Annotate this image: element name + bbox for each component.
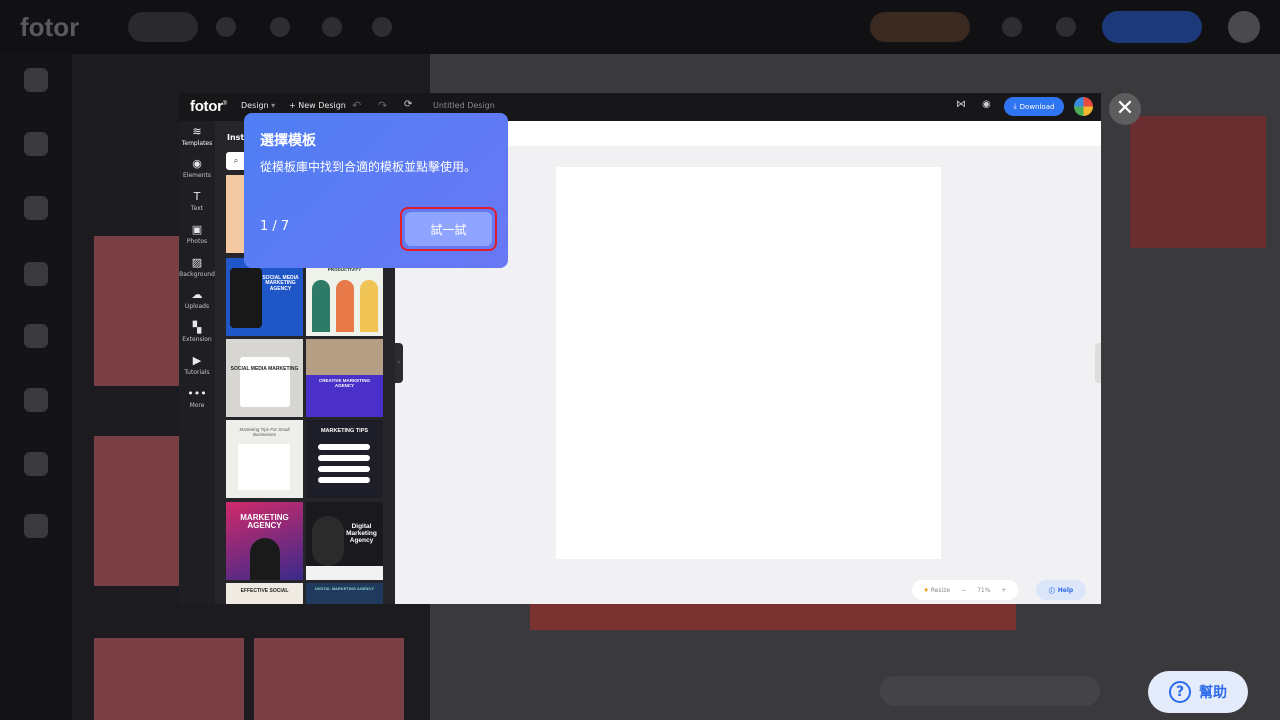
photo-icon: ▣	[191, 223, 203, 236]
background-rail-icon	[24, 514, 48, 538]
background-thumb	[1130, 116, 1266, 248]
avatar[interactable]	[1074, 97, 1093, 116]
template-card[interactable]: Marketing Tips For Small Businesses	[226, 420, 303, 498]
background-rail-icon	[24, 132, 48, 156]
zoom-in-button[interactable]: +	[1001, 587, 1006, 594]
template-card[interactable]: DIGITAL MARKETING AGENCY	[306, 583, 383, 604]
try-it-button[interactable]: 試一試	[405, 212, 492, 246]
rail-item-label: More	[189, 402, 205, 409]
background-rail-icon	[24, 68, 48, 92]
rail-item-text[interactable]: T Text	[179, 190, 215, 213]
search-icon[interactable]: ⌕	[226, 152, 246, 170]
tooltip-body: 從模板庫中找到合適的模板並點擊使用。	[260, 160, 477, 174]
document-title[interactable]: Untitled Design	[433, 101, 495, 110]
rail-item-elements[interactable]: ◉ Elements	[179, 157, 215, 180]
collapse-panel-handle[interactable]: ‹	[395, 343, 403, 383]
template-card[interactable]: EFFECTIVE SOCIAL	[226, 583, 303, 604]
help-button[interactable]: ? 幫助	[1148, 671, 1248, 713]
template-card[interactable]: MARKETING AGENCY	[226, 502, 303, 580]
template-card[interactable]: SOCIAL MEDIA MARKETING	[226, 339, 303, 417]
background-icon: ▨	[191, 256, 203, 269]
rail-item-extension[interactable]: ▚ Extension	[179, 321, 215, 344]
template-card[interactable]: 3 STEPS TO INCREASE YOUR PRODUCTIVITY	[306, 258, 383, 336]
template-card[interactable]: Digital Marketing Agency	[306, 502, 383, 580]
tutorial-icon: ▶	[192, 354, 202, 367]
template-card[interactable]: CREATIVE MARKETING AGENCY	[306, 339, 383, 417]
rail-item-label: Extension	[182, 336, 212, 343]
background-icon	[1056, 17, 1076, 37]
background-rail	[0, 54, 72, 720]
background-download-pill	[1102, 11, 1202, 43]
background-menu-pill	[128, 12, 198, 42]
rail-item-templates[interactable]: ≋ Templates	[179, 125, 215, 148]
background-logo: fotor	[20, 12, 80, 42]
rail-item-label: Templates	[181, 140, 213, 147]
tooltip-title: 選擇模板	[260, 133, 316, 149]
background-pro-pill	[870, 12, 970, 42]
background-rail-icon	[24, 388, 48, 412]
template-card[interactable]: SOCIAL MEDIA MARKETING AGENCY	[226, 258, 303, 336]
extension-icon: ▚	[192, 321, 202, 334]
close-icon: ✕	[1115, 96, 1135, 121]
download-icon: ⤓	[1013, 102, 1017, 110]
rail-item-label: Background	[179, 271, 215, 278]
background-icon	[372, 17, 392, 37]
rail-item-label: Photos	[186, 238, 208, 245]
design-canvas[interactable]	[556, 167, 941, 559]
help-icon: ⓘ	[1048, 587, 1055, 595]
more-icon: •••	[187, 387, 207, 400]
background-icon	[1002, 17, 1022, 37]
rail-item-more[interactable]: ••• More	[179, 387, 215, 410]
editor-rail: ≋ Templates ◉ Elements T Text ▣ Photos ▨ Backgrou…	[179, 121, 215, 604]
background-avatar	[1228, 11, 1260, 43]
rail-item-tutorials[interactable]: ▶ Tutorials	[179, 354, 215, 377]
background-thumb	[254, 638, 404, 720]
onboarding-tooltip: 選擇模板 從模板庫中找到合適的模板並點擊使用。 1 / 7 試一試	[244, 113, 508, 268]
background-rail-icon	[24, 196, 48, 220]
rail-item-label: Text	[190, 205, 204, 212]
background-icon	[322, 17, 342, 37]
zoom-bar: ♦ Resize − 71% +	[912, 580, 1018, 600]
zoom-out-button[interactable]: −	[961, 587, 966, 594]
share-icon[interactable]: ⋈	[956, 99, 966, 110]
preview-icon[interactable]: ◉	[982, 99, 991, 110]
close-button[interactable]: ✕	[1109, 93, 1141, 125]
text-icon: T	[193, 190, 201, 203]
background-topbar: fotor	[0, 0, 1280, 54]
help-label: 幫助	[1199, 685, 1227, 701]
rail-item-label: Uploads	[184, 303, 210, 310]
background-icon	[216, 17, 236, 37]
editor-logo[interactable]: fotor®	[190, 98, 227, 115]
background-right-panel	[1130, 54, 1280, 720]
rail-item-label: Elements	[183, 172, 211, 179]
background-rail-icon	[24, 262, 48, 286]
right-panel-handle[interactable]	[1095, 343, 1101, 383]
background-thumb	[94, 638, 244, 720]
upload-icon: ☁	[191, 288, 203, 301]
tooltip-step-counter: 1 / 7	[260, 219, 290, 234]
elements-icon: ◉	[192, 157, 202, 170]
rail-item-label: Tutorials	[184, 369, 210, 376]
template-card[interactable]: MARKETING TIPS	[306, 420, 383, 498]
new-design-button[interactable]: + New Design	[289, 101, 346, 110]
background-zoom-bar	[880, 676, 1100, 706]
design-menu[interactable]: Design ▾	[241, 101, 275, 110]
layers-icon: ≋	[192, 125, 202, 138]
zoom-value: 71%	[977, 586, 991, 594]
background-icon	[270, 17, 290, 37]
download-button[interactable]: ⤓ Download	[1004, 97, 1064, 116]
question-icon: ?	[1169, 681, 1191, 703]
background-rail-icon	[24, 452, 48, 476]
rail-item-uploads[interactable]: ☁ Uploads	[179, 288, 215, 311]
rail-item-photos[interactable]: ▣ Photos	[179, 223, 215, 246]
background-rail-icon	[24, 324, 48, 348]
resize-button[interactable]: ♦ Resize	[924, 587, 951, 594]
sync-icon[interactable]: ⟳	[404, 99, 412, 110]
editor-help-button[interactable]: ⓘ Help	[1036, 580, 1086, 600]
rail-item-background[interactable]: ▨ Background	[179, 256, 215, 279]
undo-icon[interactable]: ↶	[352, 99, 361, 112]
redo-icon[interactable]: ↷	[378, 99, 387, 112]
